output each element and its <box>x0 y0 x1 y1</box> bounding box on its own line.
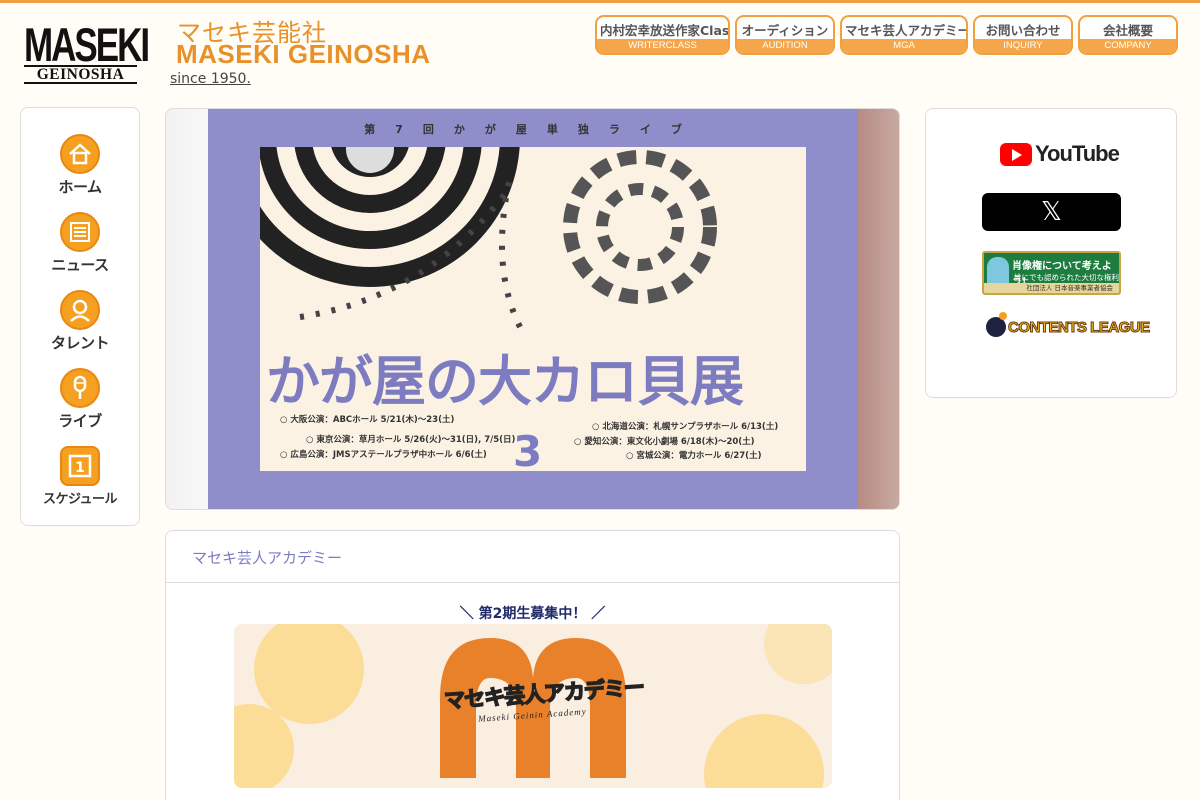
hero-venue: ○ 宮城公演：電力ホール 6/27(土) <box>626 451 762 461</box>
sidebar-item-label: スケジュール <box>42 492 118 507</box>
academy-subtitle: ＼ 第2期生募集中！ ／ <box>459 606 606 622</box>
youtube-icon <box>1000 142 1032 166</box>
sidebar-item-label: ホーム <box>58 178 102 196</box>
hero-poster: 第7回かが屋単独ライブ かが屋の大カロ貝展 3 ○ 大阪公演：ABCホール 5/… <box>208 109 858 509</box>
nav-sublabel: MGA <box>842 39 966 53</box>
hero-banner[interactable]: 第7回かが屋単独ライブ かが屋の大カロ貝展 3 ○ 大阪公演：ABCホール 5/… <box>165 108 900 510</box>
nav-label: 内村宏幸放送作家Class <box>600 23 730 38</box>
portrait-rights-banner[interactable]: 肖像権について考えよう! 誰にでも認められた大切な権利 社団法人 日本音楽事業者… <box>982 251 1121 295</box>
nav-inquiry[interactable]: お問い合わせ INQUIRY <box>973 15 1073 55</box>
decor-blob <box>704 714 824 788</box>
youtube-link[interactable]: YouTube <box>1000 141 1120 167</box>
decor-blob <box>764 624 832 684</box>
sidebar-item-live[interactable]: ライブ <box>21 368 139 431</box>
news-icon <box>60 212 100 252</box>
brand-name-en: MASEKI GEINOSHA <box>176 39 431 69</box>
sidebar-item-label: タレント <box>50 334 110 352</box>
hero-title: かが屋の大カロ貝展 <box>266 350 744 413</box>
nav-label: マセキ芸人アカデミー <box>845 23 968 38</box>
nav-sublabel: INQUIRY <box>975 39 1071 53</box>
sidebar-item-home[interactable]: ホーム <box>21 134 139 197</box>
hero-venue: ○ 愛知公演：東文化小劇場 6/18(木)～20(土) <box>574 437 755 447</box>
contents-league-label: CONTENTS LEAGUE <box>1008 318 1151 336</box>
schedule-icon: 1 <box>60 446 100 486</box>
hero-number: 3 <box>513 427 543 476</box>
portrait-rights-sub: 誰にでも認められた大切な権利 <box>1014 273 1119 282</box>
home-icon <box>60 134 100 174</box>
hero-venue: ○ 東京公演：草月ホール 5/26(火)～31(日), 7/5(日) <box>306 435 516 445</box>
x-icon: 𝕏 <box>1041 197 1062 227</box>
nav-company[interactable]: 会社概要 COMPANY <box>1078 15 1178 55</box>
logo-line1: MASEKI <box>24 19 150 72</box>
sidebar-item-talent[interactable]: タレント <box>21 290 139 353</box>
academy-heading: マセキ芸人アカデミー <box>166 531 899 583</box>
external-links-panel: YouTube 𝕏 肖像権について考えよう! 誰にでも認められた大切な権利 社団… <box>925 108 1177 398</box>
academy-section: マセキ芸人アカデミー ＼ 第2期生募集中！ ／ マセキ芸人アカデミー Masek… <box>165 530 900 800</box>
sidebar-item-label: ニュース <box>51 256 109 274</box>
youtube-label: YouTube <box>1035 141 1120 166</box>
sidebar: ホーム ニュース タレント ライブ 1 スケジュール <box>20 107 140 526</box>
sidebar-item-news[interactable]: ニュース <box>21 212 139 275</box>
bomb-icon <box>986 312 1007 337</box>
nav-sublabel: COMPANY <box>1080 39 1176 53</box>
hero-venue: ○ 北海道公演：札幌サンプラザホール 6/13(土) <box>592 422 779 432</box>
since-link[interactable]: since 1950. <box>170 71 251 87</box>
svg-text:1: 1 <box>75 460 85 476</box>
site-logo[interactable]: MASEKI GEINOSHA <box>24 15 150 85</box>
academy-banner[interactable]: マセキ芸人アカデミー Maseki Geinin Academy <box>234 624 832 788</box>
nav-label: 会社概要 <box>1102 23 1153 38</box>
top-nav: 内村宏幸放送作家Class WRITERCLASS オーディション AUDITI… <box>595 15 1178 55</box>
hero-top-text: 第7回かが屋単独ライブ <box>364 123 702 136</box>
x-link[interactable]: 𝕏 <box>982 193 1121 231</box>
nav-writerclass[interactable]: 内村宏幸放送作家Class WRITERCLASS <box>595 15 730 55</box>
nav-sublabel: AUDITION <box>737 39 833 53</box>
nav-sublabel: WRITERCLASS <box>597 39 728 53</box>
nav-audition[interactable]: オーディション AUDITION <box>735 15 835 55</box>
nav-mga[interactable]: マセキ芸人アカデミー MGA <box>840 15 968 55</box>
nav-label: お問い合わせ <box>985 23 1061 38</box>
talent-icon <box>60 290 100 330</box>
nav-label: オーディション <box>741 23 829 38</box>
live-icon <box>60 368 100 408</box>
portrait-rights-org: 社団法人 日本音楽事業者協会 <box>984 283 1119 293</box>
sidebar-item-label: ライブ <box>58 412 102 430</box>
hero-venue: ○ 大阪公演：ABCホール 5/21(木)～23(土) <box>280 415 455 425</box>
contents-league-link[interactable]: CONTENTS LEAGUE <box>986 312 1151 337</box>
sidebar-item-schedule[interactable]: 1 スケジュール <box>21 446 139 507</box>
hero-venue: ○ 広島公演：JMSアステールプラザ中ホール 6/6(土) <box>280 450 487 460</box>
